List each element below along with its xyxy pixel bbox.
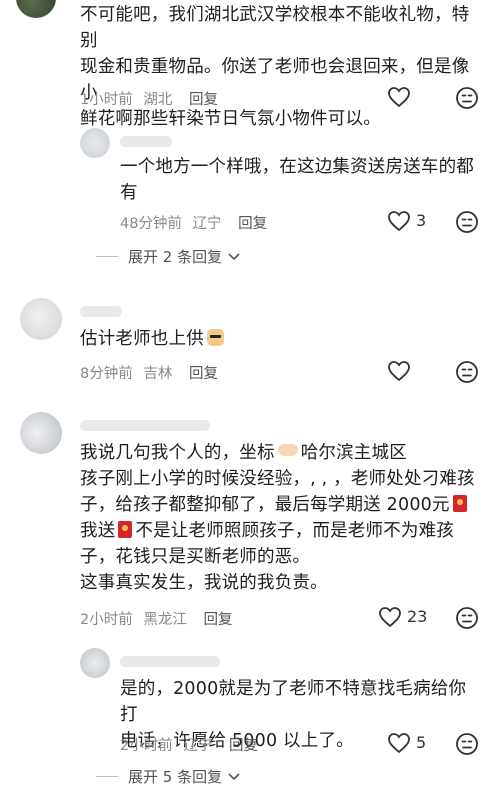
reply-button[interactable]: 回复 — [203, 612, 232, 628]
reply-username[interactable] — [120, 136, 172, 147]
expand-replies-button[interactable]: 展开 2 条回复 — [96, 246, 240, 267]
comment-time: 8分钟前 — [80, 366, 133, 382]
reply-username[interactable] — [120, 656, 220, 667]
reply-button[interactable]: 回复 — [189, 366, 218, 382]
comment-location: 湖北 — [143, 92, 173, 108]
heart-outline-icon[interactable] — [387, 360, 411, 382]
reply-time: 2小时前 — [120, 738, 173, 754]
reply-text: 一个地方一个样哦，在这边集资送房送车的都 有 — [120, 157, 474, 203]
reply-location: 辽宁 — [183, 738, 213, 754]
dislike-face-icon[interactable] — [455, 360, 479, 384]
comment-username[interactable] — [80, 420, 210, 431]
comment-time: 2小时前 — [80, 612, 133, 628]
reply-meta: 2小时前 辽宁 回复 — [120, 734, 264, 755]
pointing-hand-emoji-icon — [277, 444, 298, 456]
comment-text: 估计老师也上供 — [80, 326, 460, 352]
red-packet-emoji-icon — [118, 521, 133, 538]
avatar[interactable] — [20, 298, 62, 340]
reply-avatar[interactable] — [80, 648, 110, 678]
comment-meta: 2小时前 黑龙江 回复 — [80, 608, 238, 629]
avatar[interactable] — [20, 412, 62, 454]
red-packet-emoji-icon — [452, 495, 467, 512]
comment-location: 吉林 — [143, 366, 173, 382]
like-count: 5 — [416, 733, 427, 752]
comment-time: 1小时前 — [80, 92, 133, 108]
reply-location: 辽宁 — [192, 216, 222, 232]
dislike-face-icon[interactable] — [455, 606, 479, 630]
comment-meta: 8分钟前 吉林 回复 — [80, 362, 224, 383]
dislike-face-icon[interactable] — [455, 210, 479, 234]
heart-outline-icon[interactable] — [387, 732, 411, 754]
like-count: 23 — [407, 607, 428, 626]
heart-outline-icon[interactable] — [387, 86, 411, 108]
reply-meta: 48分钟前 辽宁 回复 — [120, 212, 273, 233]
dislike-face-icon[interactable] — [455, 86, 479, 110]
comment-location: 黑龙江 — [143, 612, 187, 628]
expand-line — [96, 776, 118, 777]
like-count: 3 — [416, 211, 427, 230]
comment-username[interactable] — [80, 306, 122, 317]
comment-meta: 1小时前 湖北 回复 — [80, 88, 224, 109]
comment-text: 不可能吧，我们湖北武汉学校根本不能收礼物，特别 现金和贵重物品。你送了老师也会退… — [80, 5, 470, 129]
reply-button[interactable]: 回复 — [189, 92, 218, 108]
expand-label: 展开 2 条回复 — [128, 248, 223, 266]
reply-button[interactable]: 回复 — [238, 216, 267, 232]
heart-outline-icon[interactable] — [378, 606, 402, 628]
chevron-down-icon — [228, 252, 240, 260]
expand-replies-button[interactable]: 展开 5 条回复 — [96, 766, 240, 787]
avatar[interactable] — [16, 0, 56, 18]
sunglasses-emoji-icon — [206, 329, 224, 346]
reply-time: 48分钟前 — [120, 216, 182, 232]
dislike-face-icon[interactable] — [455, 732, 479, 756]
reply-avatar[interactable] — [80, 128, 110, 158]
chevron-down-icon — [228, 772, 240, 780]
reply-button[interactable]: 回复 — [229, 738, 258, 754]
comment-text: 我说几句我个人的，坐标 哈尔滨主城区 孩子刚上小学的时候没经验，, , ，老师处处… — [80, 443, 475, 593]
expand-label: 展开 5 条回复 — [128, 768, 223, 786]
expand-line — [96, 256, 118, 257]
heart-outline-icon[interactable] — [387, 210, 411, 232]
